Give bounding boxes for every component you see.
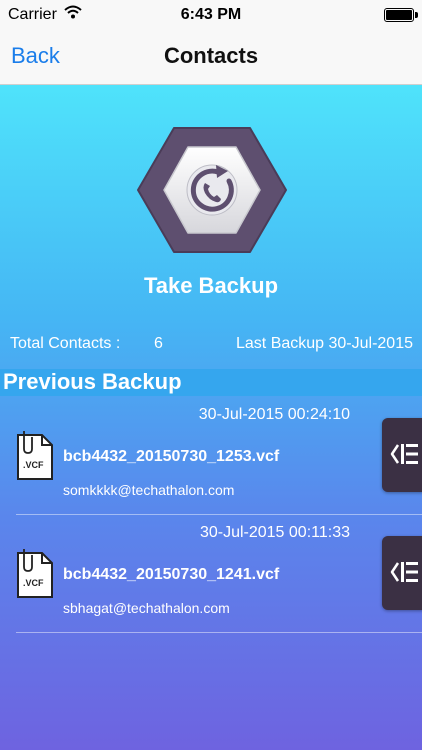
section-title: Previous Backup [3,369,182,394]
backup-filename: bcb4432_20150730_1253.vcf [63,448,280,465]
total-contacts-value: 6 [154,335,163,352]
backup-menu-button[interactable] [382,536,422,610]
vcf-file-icon: .VCF [14,429,56,483]
backup-email: sbhagat@techathalon.com [63,600,230,616]
row-divider [16,632,422,633]
phone-restore-icon [137,127,287,253]
vcf-file-icon-text: .VCF [23,460,44,470]
navigation-bar: Back Contacts [0,30,422,85]
list-menu-icon [390,444,418,464]
backup-timestamp: 30-Jul-2015 00:11:33 [199,524,350,541]
vcf-file-icon: .VCF [14,547,56,601]
list-menu-icon [390,562,418,582]
main-content: Take Backup Total Contacts : 6 Last Back… [0,85,422,750]
backup-list-item[interactable]: 30-Jul-2015 00:24:10 .VCF bcb4432_201507… [0,398,422,515]
backup-menu-button[interactable] [382,418,422,492]
backup-filename: bcb4432_20150730_1241.vcf [63,566,280,583]
page-title: Contacts [163,43,259,68]
take-backup-label[interactable]: Take Backup [0,273,422,299]
vcf-file-icon-text: .VCF [23,578,44,588]
status-bar: Carrier 6:43 PM [0,0,422,30]
take-backup-button[interactable] [136,125,288,255]
backup-timestamp: 30-Jul-2015 00:24:10 [198,406,350,423]
section-header: Previous Backup [0,369,422,396]
row-divider [16,514,422,515]
battery-icon [384,8,418,22]
total-contacts-label: Total Contacts : [10,335,121,352]
last-backup-date: Last Backup 30-Jul-2015 [236,335,413,352]
clock: 6:43 PM [180,6,242,23]
backup-email: somkkkk@techathalon.com [63,482,235,498]
backup-list-item[interactable]: 30-Jul-2015 00:11:33 .VCF bcb4432_201507… [0,516,422,633]
